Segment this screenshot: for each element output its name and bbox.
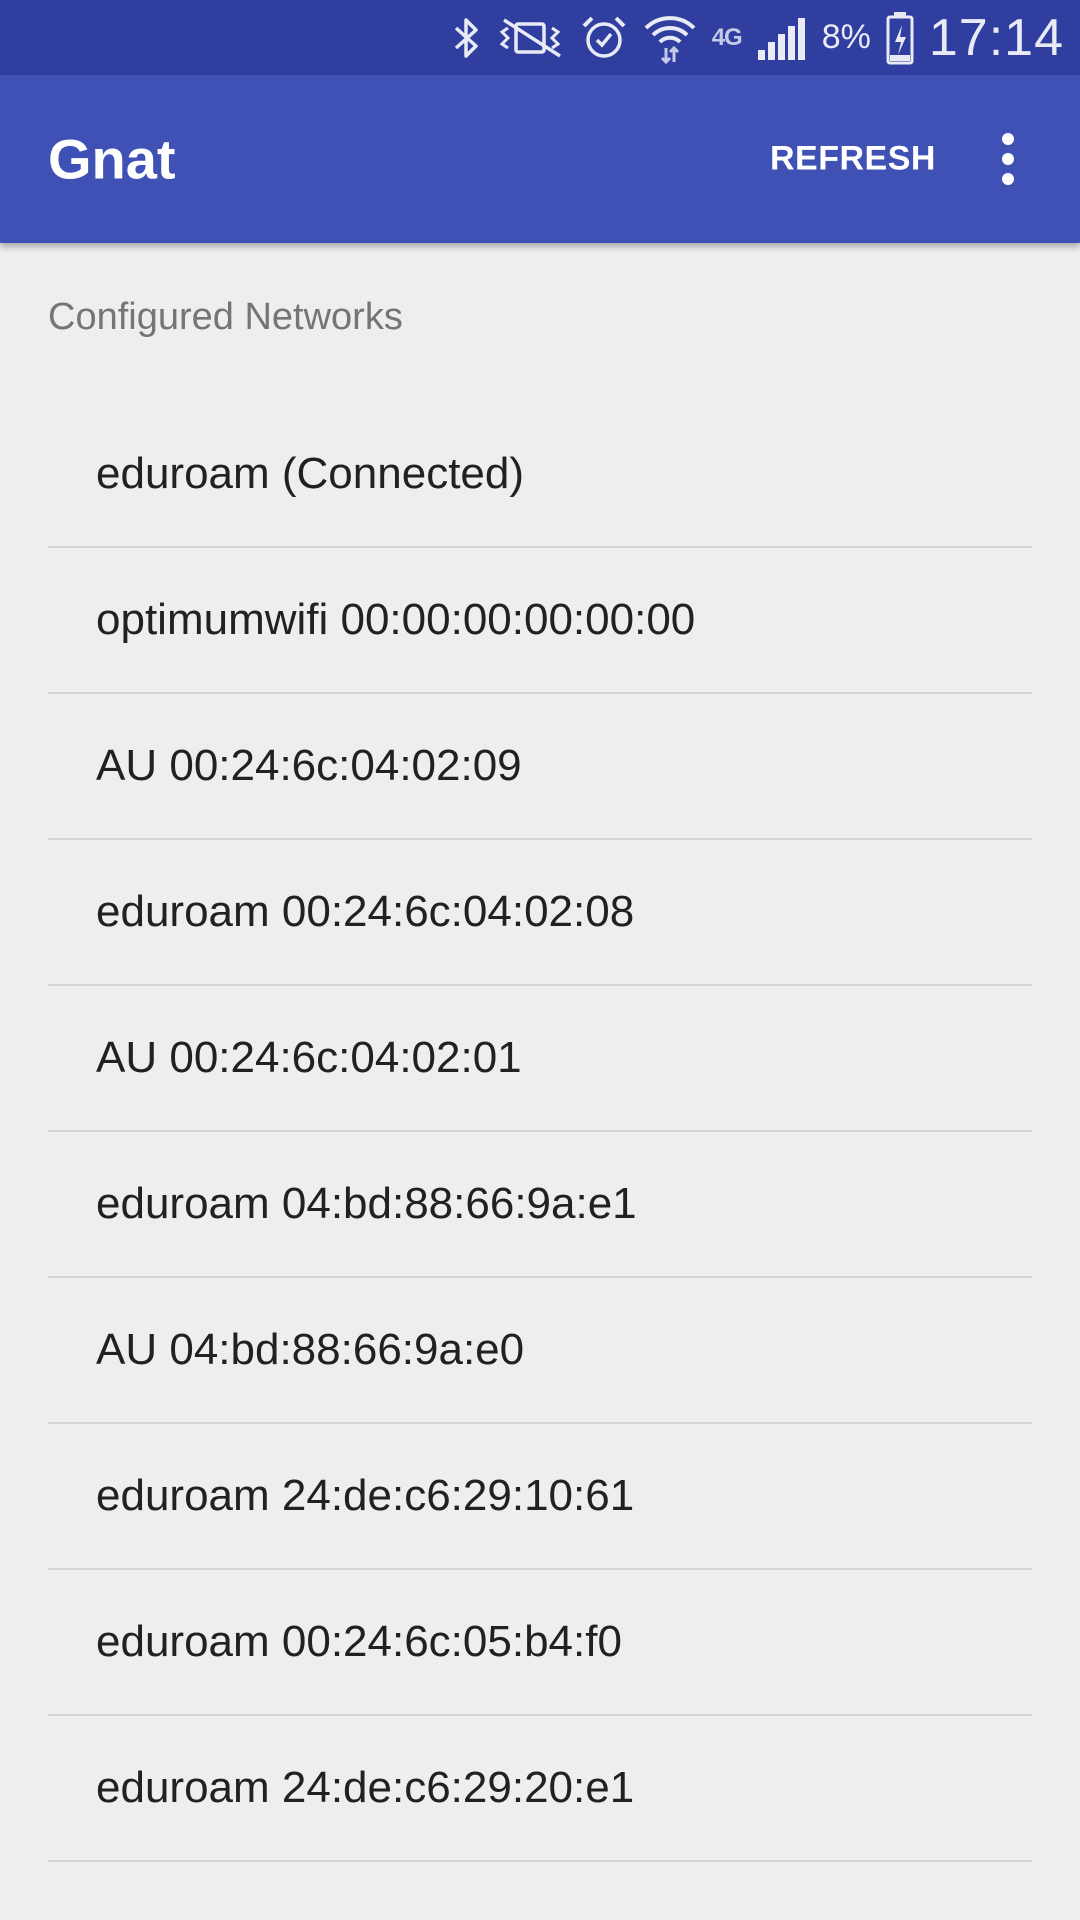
bluetooth-icon <box>452 16 482 60</box>
network-label: AU 04:bd:88:66:9a:e0 <box>96 1325 525 1374</box>
signal-icon <box>756 14 808 62</box>
battery-percent: 8% <box>821 18 871 56</box>
network-label: eduroam 04:bd:88:66:9a:e1 <box>96 1179 637 1228</box>
network-item[interactable]: optimumwifi 00:00:00:00:00:00 <box>48 548 1032 694</box>
status-bar: 4G 8% 17:14 <box>0 0 1080 75</box>
more-vert-icon[interactable] <box>990 129 1026 189</box>
wifi-icon <box>642 12 698 64</box>
network-item[interactable]: AU 00:24:6c:04:02:01 <box>48 986 1032 1132</box>
network-label: eduroam 24:de:c6:29:20:e1 <box>96 1763 635 1812</box>
network-list: eduroam (Connected) optimumwifi 00:00:00… <box>48 402 1032 1862</box>
network-item[interactable]: AU 00:24:6c:04:02:09 <box>48 694 1032 840</box>
network-item[interactable]: eduroam 24:de:c6:29:10:61 <box>48 1424 1032 1570</box>
network-item[interactable]: eduroam 04:bd:88:66:9a:e1 <box>48 1132 1032 1278</box>
network-item[interactable]: eduroam (Connected) <box>48 402 1032 548</box>
section-title: Configured Networks <box>48 296 403 338</box>
alarm-icon <box>580 14 628 62</box>
network-label: eduroam 00:24:6c:04:02:08 <box>96 887 635 936</box>
battery-charging-icon <box>885 11 915 65</box>
network-item[interactable]: AU 04:bd:88:66:9a:e0 <box>48 1278 1032 1424</box>
network-item[interactable]: eduroam 24:de:c6:29:20:e1 <box>48 1716 1032 1862</box>
network-label: optimumwifi 00:00:00:00:00:00 <box>96 595 696 644</box>
network-label: AU 00:24:6c:04:02:09 <box>96 741 522 790</box>
network-label: eduroam 24:de:c6:29:10:61 <box>96 1471 635 1520</box>
app-bar: Gnat REFRESH <box>0 75 1080 243</box>
network-label: eduroam 00:24:6c:05:b4:f0 <box>96 1617 622 1666</box>
network-label: AU 00:24:6c:04:02:01 <box>96 1033 522 1082</box>
vibrate-mute-icon <box>496 16 566 60</box>
network-item[interactable]: eduroam 00:24:6c:05:b4:f0 <box>48 1570 1032 1716</box>
app-title: Gnat <box>48 127 176 191</box>
status-clock: 17:14 <box>928 8 1064 67</box>
network-label: eduroam (Connected) <box>96 449 525 498</box>
refresh-button[interactable]: REFRESH <box>770 140 936 179</box>
network-item[interactable]: eduroam 00:24:6c:04:02:08 <box>48 840 1032 986</box>
4g-lte-icon: 4G <box>711 23 743 51</box>
